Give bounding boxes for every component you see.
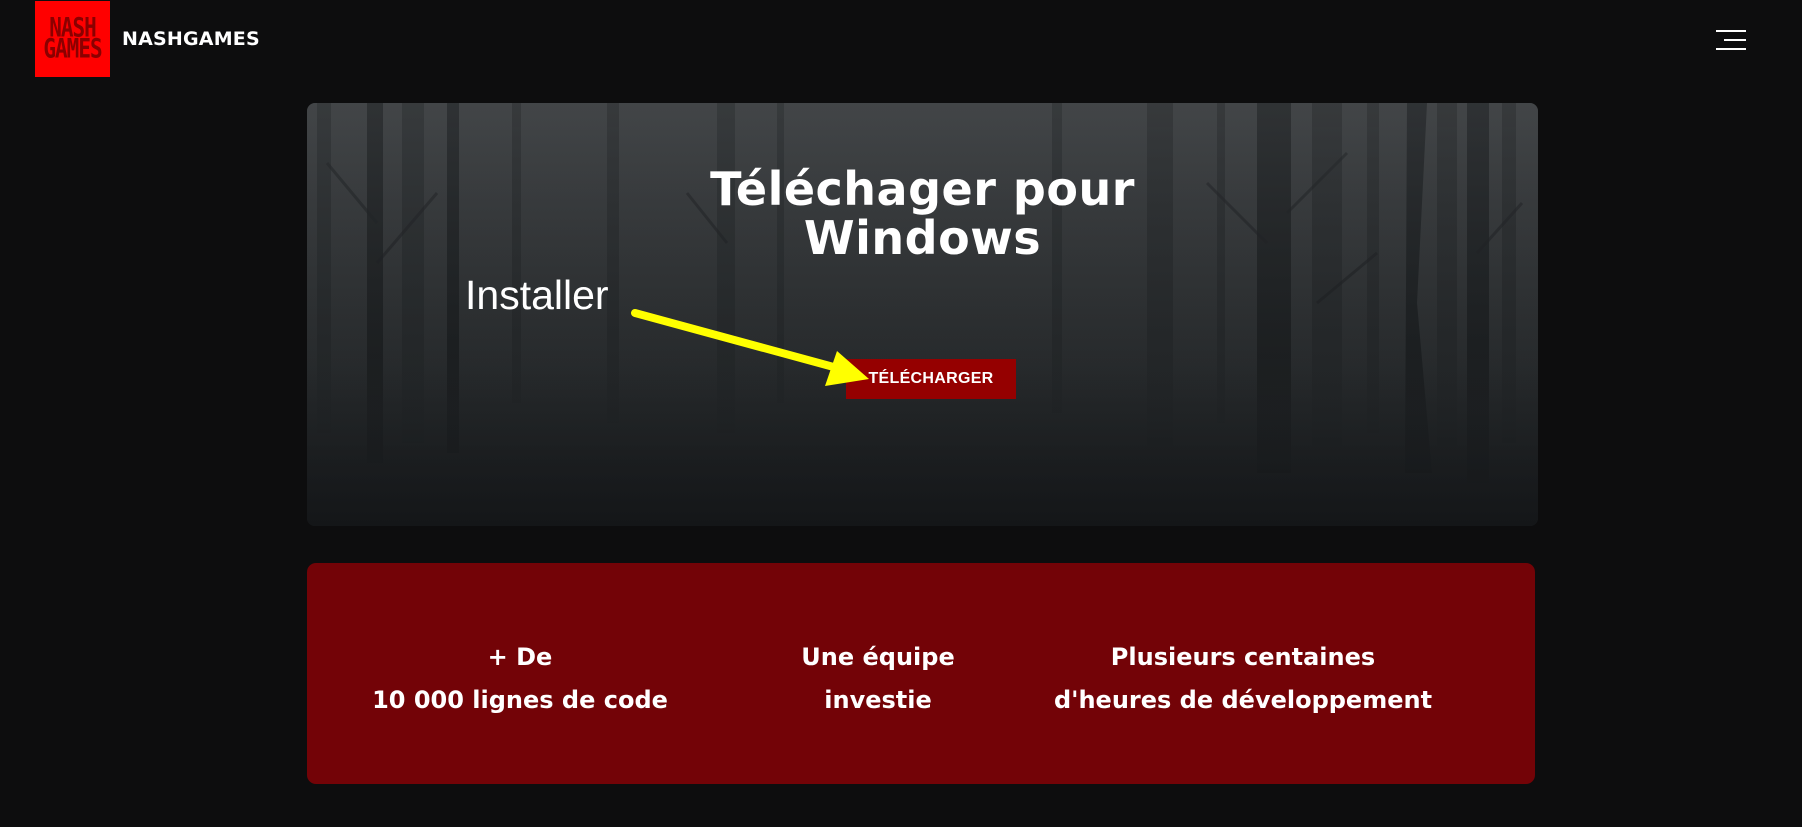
stat-line-1: Plusieurs centaines (1110, 643, 1376, 671)
hero-title: Téléchager pour Windows (307, 165, 1538, 263)
stats-panel: + De 10 000 lignes de code Une équipe in… (307, 563, 1535, 784)
menu-bar-bottom (1716, 48, 1746, 50)
stat-lines-of-code: + De 10 000 lignes de code (307, 636, 733, 722)
menu-bar-middle (1724, 39, 1746, 41)
hamburger-menu-icon[interactable] (1716, 28, 1746, 52)
installer-annotation: Installer (465, 272, 609, 318)
nashgames-logo[interactable]: NASH GAMES (35, 1, 110, 77)
stat-line-1: Une équipe (801, 643, 955, 671)
download-button[interactable]: TÉLÉCHARGER (846, 359, 1016, 399)
stat-line-2: 10 000 lignes de code (372, 686, 668, 714)
hero-title-line-2: Windows (803, 211, 1042, 265)
menu-bar-top (1716, 30, 1746, 32)
hero-title-line-1: Téléchager pour (710, 162, 1135, 216)
stat-line-1: + De (487, 643, 553, 671)
logo-text-line-2: GAMES (43, 33, 102, 64)
stat-team: Une équipe investie (733, 636, 1023, 722)
brand-name[interactable]: NASHGAMES (122, 28, 260, 50)
stat-development-hours: Plusieurs centaines d'heures de développ… (1023, 636, 1463, 722)
stat-line-2: d'heures de développement (1053, 686, 1433, 714)
stat-line-2: investie (824, 686, 932, 714)
download-hero: Téléchager pour Windows Installer TÉLÉCH… (307, 103, 1538, 526)
site-header: NASH GAMES NASHGAMES (0, 0, 1802, 82)
